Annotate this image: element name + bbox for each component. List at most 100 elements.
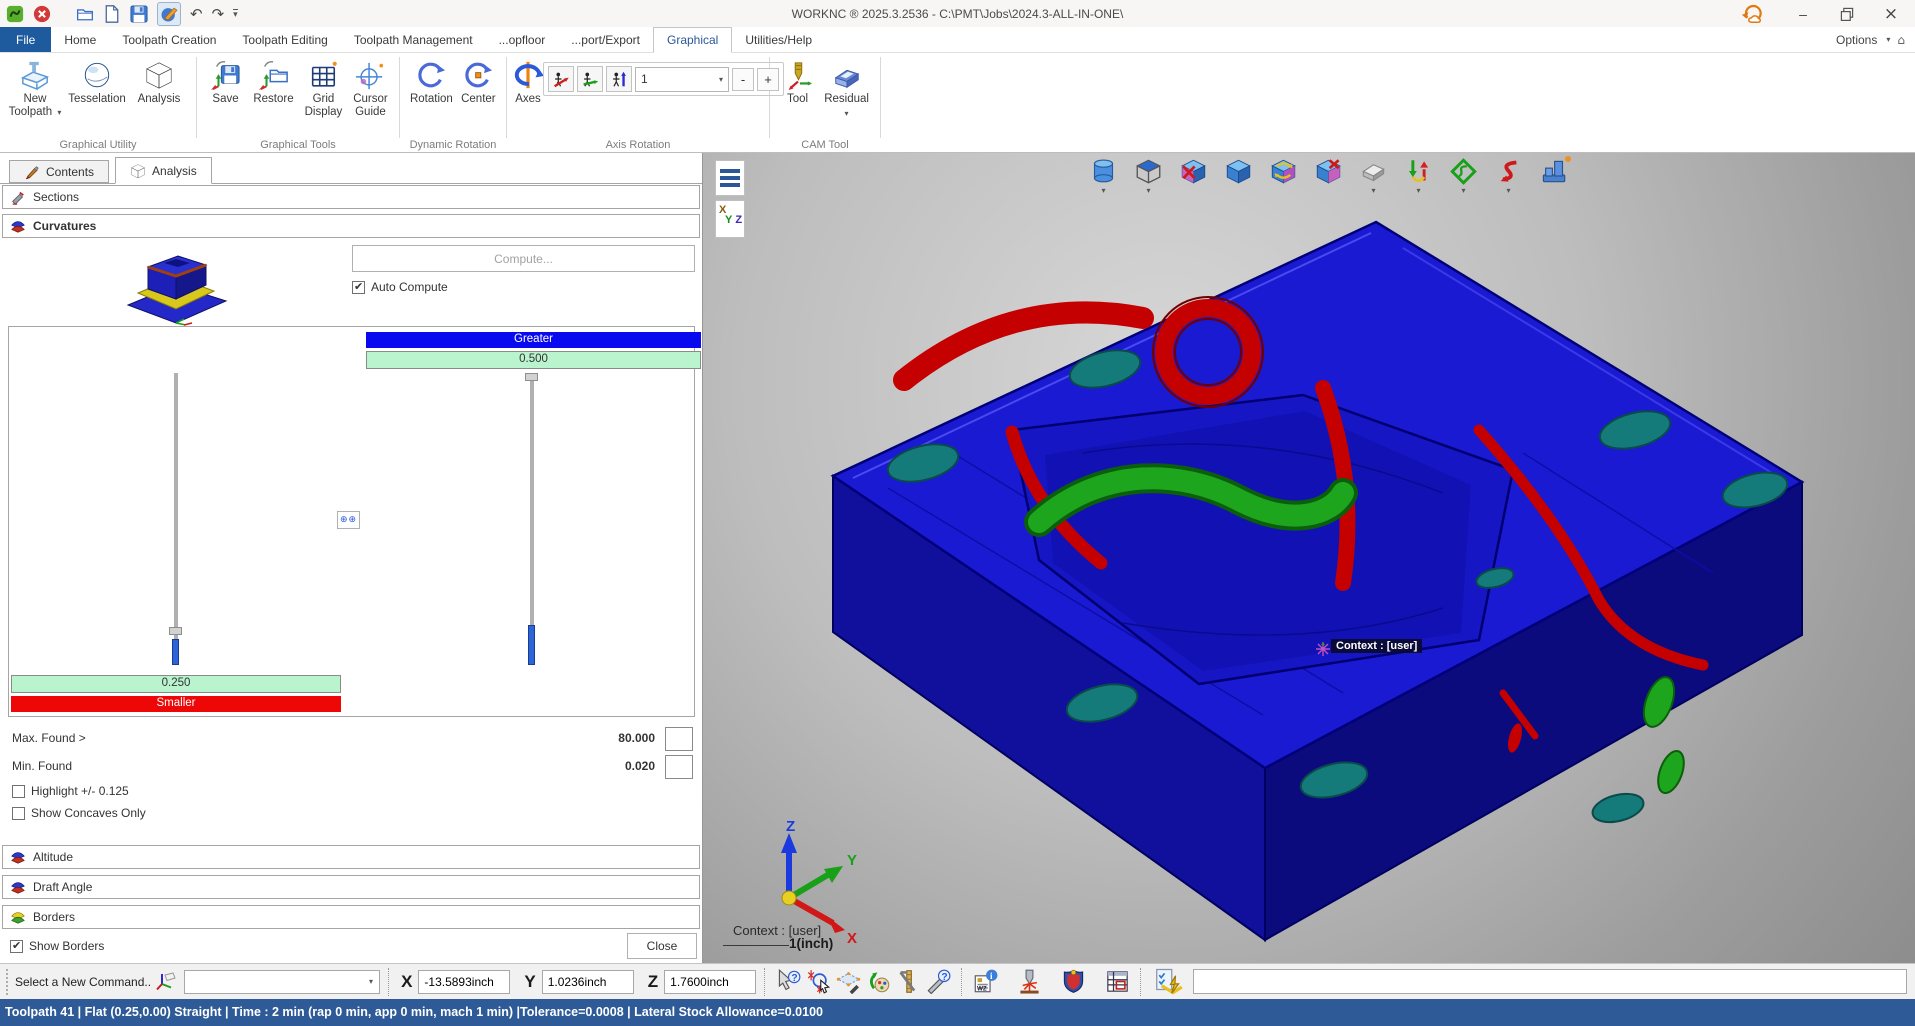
customize-toolbar-icon[interactable]: ▾ bbox=[233, 8, 238, 19]
borders-header[interactable]: Borders bbox=[2, 905, 700, 929]
boundary-curves-button[interactable]: ▾ bbox=[1448, 158, 1479, 195]
command-combo[interactable]: ▾ bbox=[184, 969, 381, 994]
ribbon-axes[interactable]: Axes bbox=[513, 58, 543, 106]
model-3d[interactable] bbox=[703, 153, 1914, 963]
undo-icon[interactable]: ↶ bbox=[190, 5, 203, 23]
ribbon-rotation[interactable]: Rotation bbox=[406, 58, 457, 106]
machine-simulation-button[interactable] bbox=[1538, 156, 1571, 195]
xyz-axes-button[interactable]: X YZ bbox=[715, 200, 745, 238]
highlight-row[interactable]: Highlight +/- 0.125 bbox=[12, 784, 129, 798]
caliper-measure-button[interactable] bbox=[893, 968, 923, 996]
highlight-checkbox[interactable] bbox=[12, 784, 25, 798]
viewport-menu-button[interactable] bbox=[715, 160, 745, 196]
close-panel-button[interactable]: Close bbox=[627, 933, 697, 959]
ribbon-analysis[interactable]: Analysis bbox=[130, 58, 188, 106]
scale-smaller-bar[interactable]: Smaller bbox=[11, 696, 341, 712]
rotation-step-combo[interactable]: 1 ▾ bbox=[635, 66, 729, 92]
show-borders-checkbox[interactable] bbox=[10, 939, 23, 953]
new-document-icon[interactable] bbox=[103, 5, 121, 23]
tab-toolpath-creation[interactable]: Toolpath Creation bbox=[109, 27, 229, 52]
open-folder-icon[interactable] bbox=[76, 5, 94, 23]
close-button[interactable]: × bbox=[1871, 1, 1911, 26]
tab-shopfloor[interactable]: ...opfloor bbox=[486, 27, 559, 52]
cube-faces-view-button[interactable]: ▾ bbox=[1133, 158, 1164, 195]
restore-button[interactable] bbox=[1827, 1, 1867, 26]
scale-lower-value[interactable]: 0.250 bbox=[11, 675, 341, 693]
tab-home[interactable]: Home bbox=[51, 27, 109, 52]
tab-contents[interactable]: Contents bbox=[9, 160, 110, 183]
tab-toolpath-management[interactable]: Toolpath Management bbox=[341, 27, 486, 52]
right-slider-track[interactable] bbox=[530, 373, 534, 665]
pointer-help-button[interactable]: ? bbox=[773, 968, 803, 996]
delete-entities-button[interactable] bbox=[1313, 158, 1344, 195]
ribbon-center[interactable]: Center bbox=[457, 58, 500, 106]
scale-upper-value[interactable]: 0.500 bbox=[366, 351, 701, 369]
ribbon-restore-view[interactable]: Restore bbox=[248, 58, 299, 106]
sections-header[interactable]: Sections bbox=[2, 185, 700, 209]
left-slider-track[interactable] bbox=[174, 373, 178, 665]
x-coordinate-field[interactable] bbox=[418, 969, 511, 994]
minimize-button[interactable]: – bbox=[1783, 1, 1823, 26]
command-input-field[interactable] bbox=[1193, 969, 1907, 994]
info-workzone-button[interactable]: i WZ bbox=[970, 968, 1000, 996]
postprocessor-shield-button[interactable] bbox=[1058, 968, 1088, 996]
palette-arrow-button[interactable] bbox=[863, 968, 893, 996]
ribbon-tool[interactable]: Tool bbox=[776, 58, 819, 106]
tab-analysis[interactable]: Analysis bbox=[115, 157, 212, 184]
point-select-button[interactable] bbox=[803, 968, 833, 996]
options-button[interactable]: Options bbox=[1836, 33, 1877, 47]
scale-greater-bar[interactable]: Greater bbox=[366, 332, 701, 348]
hide-entities-button[interactable] bbox=[1178, 158, 1209, 195]
ribbon-save-view[interactable]: Save bbox=[203, 58, 248, 106]
table-form-button[interactable] bbox=[1102, 968, 1132, 996]
tab-import-export[interactable]: ...port/Export bbox=[558, 27, 653, 52]
ribbon-grid-display[interactable]: Grid Display bbox=[299, 58, 348, 119]
right-slider-handle[interactable] bbox=[525, 373, 538, 381]
tab-utilities-help[interactable]: Utilities/Help bbox=[732, 27, 825, 52]
z-coordinate-field[interactable] bbox=[664, 969, 757, 994]
surface-select-button[interactable] bbox=[833, 968, 863, 996]
show-concaves-checkbox[interactable] bbox=[12, 806, 25, 820]
worknc-edit-icon[interactable] bbox=[157, 1, 181, 26]
chevron-down-icon[interactable]: ▾ bbox=[1886, 35, 1890, 44]
auto-compute-checkbox[interactable] bbox=[352, 280, 365, 294]
tab-file[interactable]: File bbox=[0, 27, 52, 52]
rotate-y-button[interactable] bbox=[577, 66, 603, 92]
toolpath-links-button[interactable]: ▾ bbox=[1403, 158, 1434, 195]
link-sliders-button[interactable]: ⊕⊕ bbox=[337, 511, 360, 529]
tab-toolpath-editing[interactable]: Toolpath Editing bbox=[229, 27, 340, 52]
altitude-header[interactable]: Altitude bbox=[2, 845, 700, 869]
redo-icon[interactable]: ↷ bbox=[212, 5, 225, 23]
toolbar-grip[interactable] bbox=[6, 968, 8, 995]
rotate-x-button[interactable] bbox=[548, 66, 574, 92]
viewport-3d[interactable]: X YZ ▾ ▾ ▾ ▾ ▾ ▾ Context : [user] Z Y X … bbox=[703, 153, 1915, 963]
cylinder-view-button[interactable]: ▾ bbox=[1088, 158, 1119, 195]
refresh-entities-button[interactable] bbox=[1268, 158, 1299, 195]
compute-button[interactable]: Compute... bbox=[352, 245, 695, 272]
tool-spark-button[interactable] bbox=[1014, 968, 1044, 996]
save-icon[interactable] bbox=[130, 5, 148, 23]
cloud-sync-icon[interactable] bbox=[1739, 3, 1765, 25]
pen-help-button[interactable]: ? bbox=[923, 968, 953, 996]
ribbon-residual[interactable]: Residual ▾ bbox=[819, 58, 874, 120]
left-slider-handle[interactable] bbox=[169, 627, 182, 635]
collapse-ribbon-icon[interactable]: ⌂ bbox=[1897, 33, 1905, 47]
step-minus-button[interactable]: - bbox=[732, 67, 754, 91]
auto-compute-row[interactable]: Auto Compute bbox=[352, 280, 448, 294]
ribbon-tesselation[interactable]: Tesselation bbox=[64, 58, 130, 106]
y-coordinate-field[interactable] bbox=[541, 969, 634, 994]
close-document-icon[interactable] bbox=[33, 5, 51, 23]
show-borders-row[interactable]: Show Borders bbox=[10, 939, 104, 953]
left-slider-thumb[interactable] bbox=[172, 639, 179, 665]
rotate-z-button[interactable] bbox=[606, 66, 632, 92]
min-found-box[interactable] bbox=[665, 755, 693, 779]
max-found-box[interactable] bbox=[665, 727, 693, 751]
right-slider-thumb[interactable] bbox=[528, 625, 535, 665]
show-entities-button[interactable] bbox=[1223, 158, 1254, 195]
draft-angle-header[interactable]: Draft Angle bbox=[2, 875, 700, 899]
curvatures-header[interactable]: Curvatures bbox=[2, 214, 700, 238]
checklist-lightning-button[interactable] bbox=[1149, 968, 1187, 996]
show-concaves-row[interactable]: Show Concaves Only bbox=[12, 806, 146, 820]
stock-model-button[interactable]: ▾ bbox=[1358, 158, 1389, 195]
guide-curves-button[interactable]: ▾ bbox=[1493, 158, 1524, 195]
